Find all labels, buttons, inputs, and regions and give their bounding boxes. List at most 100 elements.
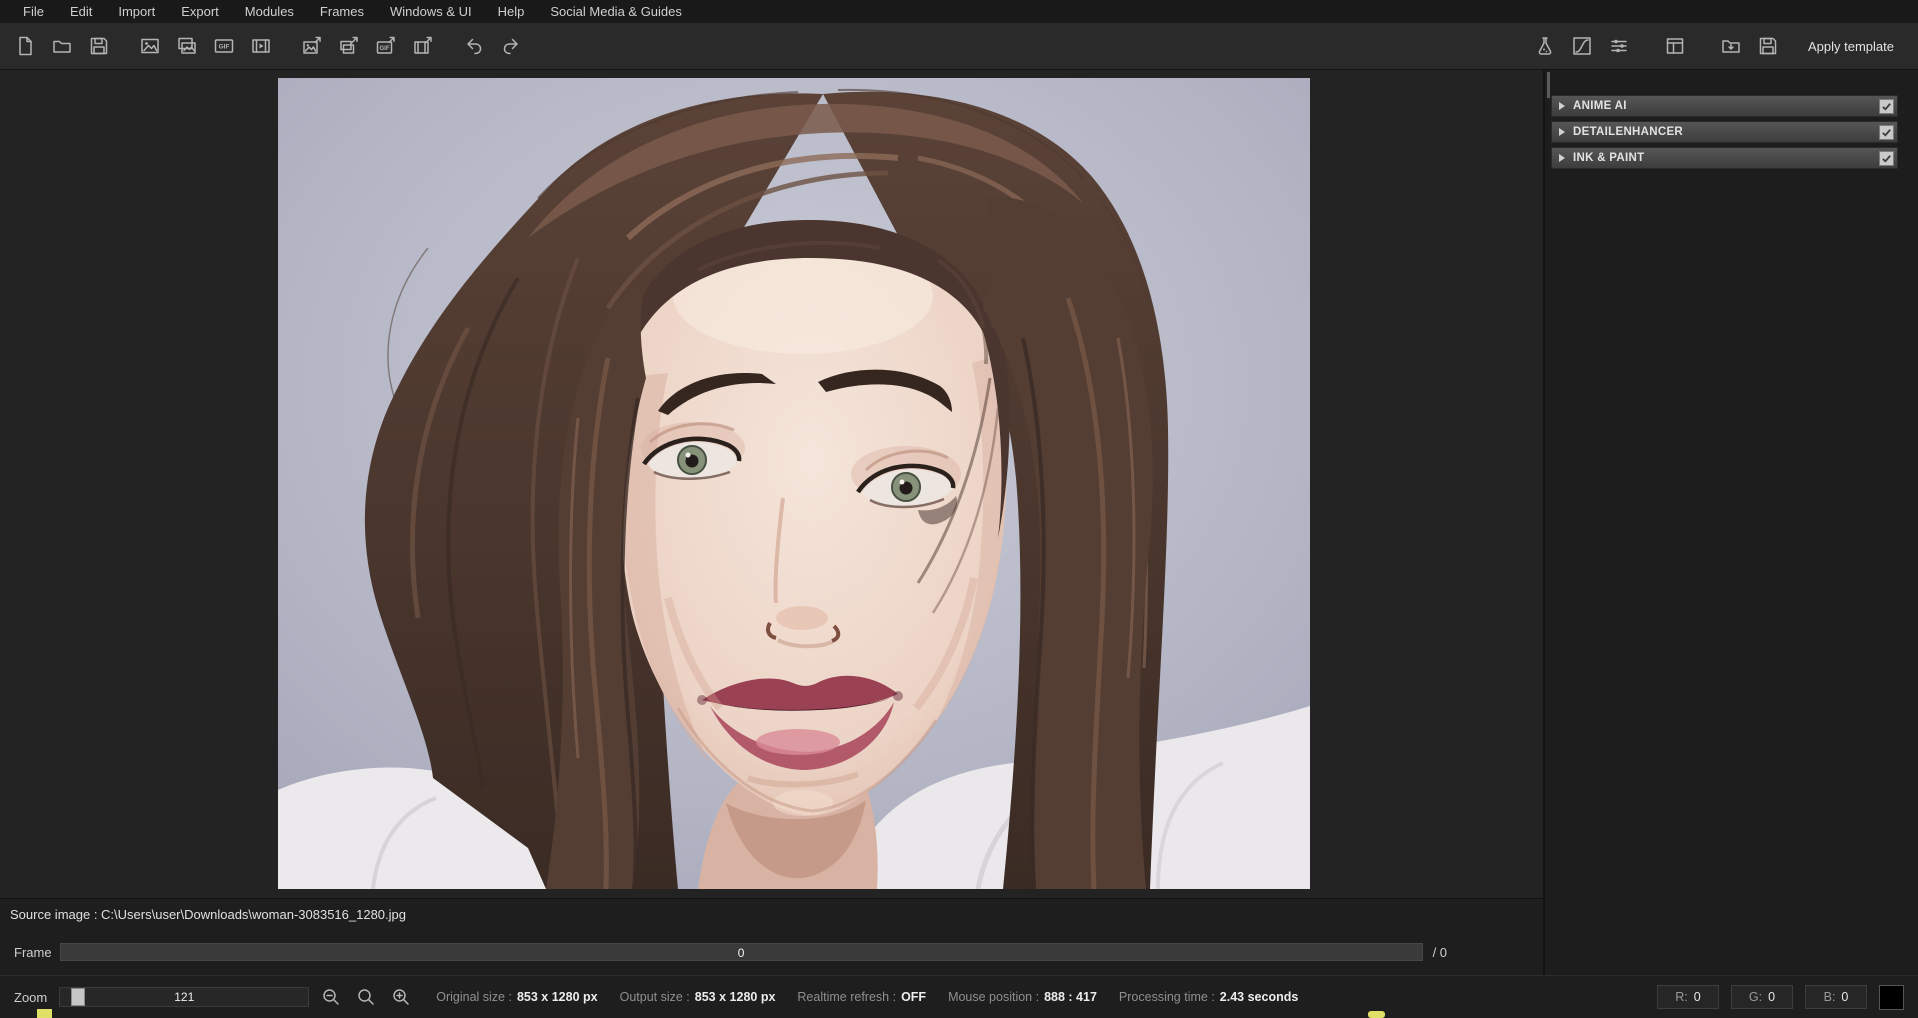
blue-value-box: B: 0	[1805, 985, 1867, 1009]
frame-total: / 0	[1433, 945, 1447, 960]
curves-button[interactable]	[1567, 31, 1597, 61]
toolbar-group-import: GIF	[135, 31, 276, 61]
menu-item-import[interactable]: Import	[105, 0, 168, 23]
export-gif-button[interactable]: GIF	[371, 31, 401, 61]
zoom-slider[interactable]: 121	[59, 987, 309, 1007]
expand-arrow-icon[interactable]	[1559, 102, 1565, 110]
zoom-fit-button[interactable]	[353, 984, 379, 1010]
export-image-button[interactable]	[297, 31, 327, 61]
toolbar-group-history	[459, 31, 526, 61]
save-icon	[89, 36, 109, 56]
undo-icon	[464, 36, 484, 56]
portrait-image	[278, 78, 1310, 889]
section-anime-ai[interactable]: ANIME AI	[1551, 95, 1898, 117]
load-template-button[interactable]	[1716, 31, 1746, 61]
new-file-icon	[15, 36, 35, 56]
mouse-position-status: Mouse position :888 : 417	[948, 990, 1097, 1004]
import-video-icon	[251, 36, 271, 56]
toolbar: GIF	[0, 23, 1918, 70]
section-label: ANIME AI	[1573, 100, 1627, 112]
menu-item-file[interactable]: File	[10, 0, 57, 23]
zoom-in-button[interactable]	[388, 984, 414, 1010]
processing-time-status: Processing time : 2.43 seconds	[1119, 990, 1298, 1004]
import-image-icon	[140, 36, 160, 56]
menu-item-windows-ui[interactable]: Windows & UI	[377, 0, 485, 23]
check-icon	[1881, 127, 1892, 138]
import-gif-button[interactable]: GIF	[209, 31, 239, 61]
processing-time-label: Processing time :	[1119, 990, 1215, 1004]
save-button[interactable]	[84, 31, 114, 61]
section-checkbox[interactable]	[1879, 125, 1894, 140]
zoom-label: Zoom	[14, 990, 47, 1005]
menu-item-frames[interactable]: Frames	[307, 0, 377, 23]
import-video-button[interactable]	[246, 31, 276, 61]
source-image-bar: Source image : C:\Users\user\Downloads\w…	[0, 898, 1543, 929]
source-image-path: Source image : C:\Users\user\Downloads\w…	[10, 907, 406, 922]
processing-time-value: 2.43 seconds	[1220, 990, 1299, 1004]
original-size-value: 853 x 1280 px	[517, 990, 598, 1004]
check-icon	[1881, 153, 1892, 164]
original-size-status: Original size : 853 x 1280 px	[436, 990, 597, 1004]
yellow-indicator-right	[1368, 1011, 1385, 1018]
expand-arrow-icon[interactable]	[1559, 154, 1565, 162]
red-value-box: R: 0	[1657, 985, 1719, 1009]
open-folder-icon	[52, 36, 72, 56]
apply-template-button[interactable]: Apply template	[1800, 33, 1902, 60]
zoom-fit-icon	[356, 987, 376, 1007]
redo-icon	[501, 36, 521, 56]
gif-icon-label: GIF	[219, 44, 230, 51]
redo-button[interactable]	[496, 31, 526, 61]
panel-divider	[1543, 70, 1545, 1018]
save-template-button[interactable]	[1753, 31, 1783, 61]
modules-button[interactable]	[1530, 31, 1560, 61]
undo-button[interactable]	[459, 31, 489, 61]
parameters-button[interactable]	[1604, 31, 1634, 61]
blue-label: B:	[1824, 990, 1836, 1004]
section-ink-and-paint[interactable]: INK & PAINT	[1551, 147, 1898, 169]
modules-panel: ANIME AI DETAILENHANCER INK & PAINT	[1545, 70, 1918, 975]
frame-label: Frame	[14, 945, 52, 960]
export-sequence-button[interactable]	[334, 31, 364, 61]
menu-item-edit[interactable]: Edit	[57, 0, 105, 23]
blue-value: 0	[1841, 990, 1848, 1004]
menu-item-modules[interactable]: Modules	[232, 0, 307, 23]
toolbar-group-file	[10, 31, 114, 61]
realtime-refresh-status: Realtime refresh :OFF	[797, 990, 926, 1004]
rgb-readout: R: 0 G: 0 B: 0	[1657, 985, 1904, 1010]
green-value-box: G: 0	[1731, 985, 1793, 1009]
export-image-icon	[302, 36, 322, 56]
section-checkbox[interactable]	[1879, 99, 1894, 114]
template-layout-icon	[1665, 36, 1685, 56]
frame-row: Frame 0 / 0	[0, 929, 1543, 975]
zoom-out-icon	[321, 987, 341, 1007]
menu-item-social-media-guides[interactable]: Social Media & Guides	[537, 0, 695, 23]
section-checkbox[interactable]	[1879, 151, 1894, 166]
menu-bar: File Edit Import Export Modules Frames W…	[0, 0, 1918, 23]
section-detailenhancer[interactable]: DETAILENHANCER	[1551, 121, 1898, 143]
frame-slider[interactable]: 0	[60, 943, 1423, 961]
green-value: 0	[1768, 990, 1775, 1004]
mouse-position-label: Mouse position :	[948, 990, 1039, 1004]
menu-item-help[interactable]: Help	[485, 0, 538, 23]
load-template-folder-icon	[1721, 36, 1741, 56]
gif-icon-label: GIF	[380, 46, 390, 52]
app-window: File Edit Import Export Modules Frames W…	[0, 0, 1918, 1018]
template-button[interactable]	[1660, 31, 1690, 61]
zoom-value: 121	[60, 988, 308, 1006]
panel-scrollbar[interactable]	[1547, 72, 1550, 98]
canvas-viewport[interactable]	[0, 70, 1543, 898]
import-image-button[interactable]	[135, 31, 165, 61]
original-size-label: Original size :	[436, 990, 512, 1004]
open-file-button[interactable]	[47, 31, 77, 61]
menu-item-export[interactable]: Export	[168, 0, 232, 23]
export-video-button[interactable]	[408, 31, 438, 61]
import-sequence-button[interactable]	[172, 31, 202, 61]
yellow-indicator-left	[37, 1009, 52, 1018]
new-file-button[interactable]	[10, 31, 40, 61]
zoom-out-button[interactable]	[318, 984, 344, 1010]
export-video-icon	[413, 36, 433, 56]
red-label: R:	[1675, 990, 1688, 1004]
section-label: DETAILENHANCER	[1573, 126, 1683, 138]
expand-arrow-icon[interactable]	[1559, 128, 1565, 136]
export-sequence-icon	[339, 36, 359, 56]
